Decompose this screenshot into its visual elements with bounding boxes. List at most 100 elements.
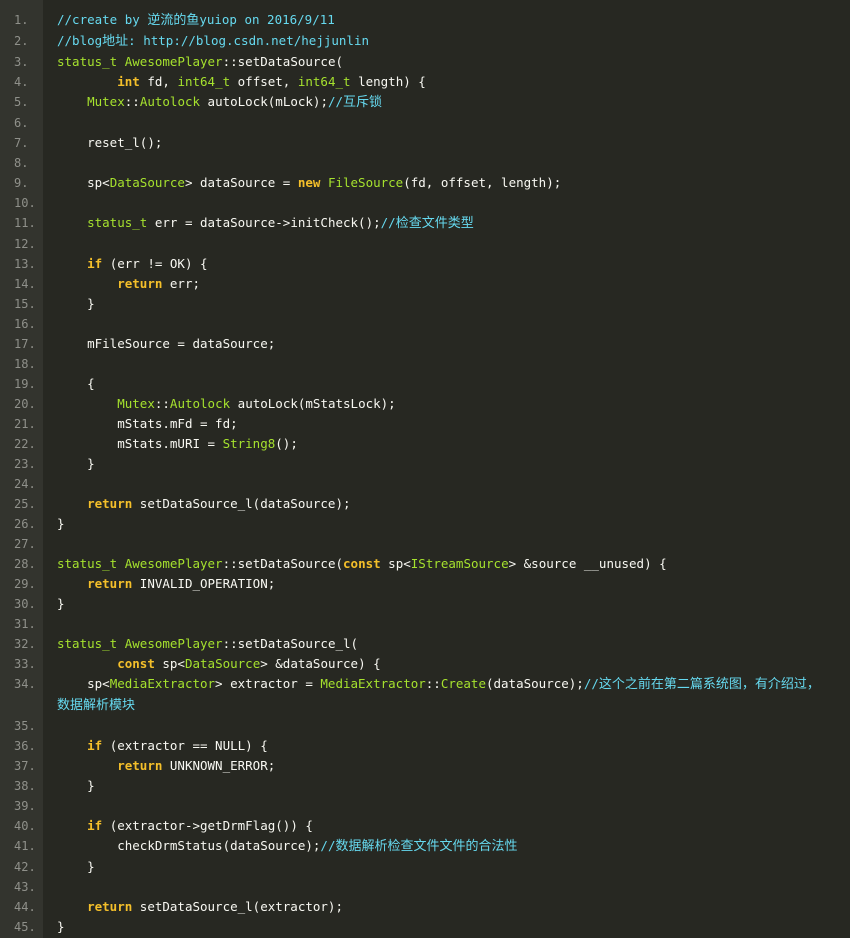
code-keyword: if <box>87 256 103 271</box>
line-number: 31. <box>14 617 36 631</box>
code-text: err = dataSource->initCheck(); <box>147 215 381 230</box>
code-keyword: new <box>297 175 321 190</box>
line-code: const sp<DataSource> &dataSource) { <box>43 654 850 674</box>
line-code: if (err != OK) { <box>43 254 850 274</box>
code-text: (err != OK) { <box>102 256 208 271</box>
code-line: 33. const sp<DataSource> &dataSource) { <box>0 654 850 674</box>
code-text: } <box>57 919 65 934</box>
line-number: 38. <box>14 779 36 793</box>
code-comment: yuiop on 2016/9/11 <box>199 12 335 27</box>
line-number: 42. <box>14 860 36 874</box>
code-line: 11. status_t err = dataSource->initCheck… <box>0 213 850 234</box>
code-comment: 逆流的鱼 <box>147 13 200 28</box>
code-type: Autolock <box>169 396 231 411</box>
code-type: status_t <box>57 54 118 69</box>
code-type: Create <box>440 676 486 691</box>
line-number: 39. <box>14 799 36 813</box>
code-keyword: int <box>117 74 140 89</box>
code-text: :: <box>425 676 441 691</box>
line-number: 3. <box>14 55 29 69</box>
code-keyword: if <box>87 818 103 833</box>
line-code: } <box>43 454 850 474</box>
line-number: 21. <box>14 417 36 431</box>
line-code: Mutex::Autolock autoLock(mLock);//互斥锁 <box>43 92 850 113</box>
code-type: int64_t <box>297 74 351 89</box>
line-code: mFileSource = dataSource; <box>43 334 850 354</box>
code-type: AwesomePlayer <box>124 636 223 651</box>
code-text: :: <box>124 94 140 109</box>
code-keyword: if <box>87 738 103 753</box>
code-comment: // <box>320 838 336 853</box>
code-type: Mutex <box>117 396 155 411</box>
line-number: 44. <box>14 900 36 914</box>
code-line: 2. //blog地址: http://blog.csdn.net/hejjunl… <box>0 31 850 52</box>
code-type: status_t <box>57 556 118 571</box>
line-code: } <box>43 594 850 614</box>
line-code: { <box>43 374 850 394</box>
code-comment: : http://blog.csdn.net/hejjunlin <box>128 33 369 48</box>
code-line: 44. return setDataSource_l(extractor); <box>0 897 850 917</box>
code-text: setDataSource_l(dataSource); <box>132 496 351 511</box>
line-number: 35. <box>14 719 36 733</box>
code-type: MediaExtractor <box>109 676 216 691</box>
code-text: } <box>57 516 65 531</box>
line-number: 26. <box>14 517 36 531</box>
code-text: sp< <box>57 676 110 691</box>
code-type: DataSource <box>109 175 185 190</box>
code-line: 10. <box>0 193 850 213</box>
line-number: 45. <box>14 920 36 934</box>
code-keyword: const <box>343 556 381 571</box>
code-comment: //create by <box>57 12 148 27</box>
code-keyword: return <box>87 899 133 914</box>
code-line: 4. int fd, int64_t offset, int64_t lengt… <box>0 72 850 92</box>
code-line: 34. sp<MediaExtractor> extractor = Media… <box>0 674 850 716</box>
code-comment: 数据解析检查文件文件的合法性 <box>335 839 518 854</box>
code-line: 37. return UNKNOWN_ERROR; <box>0 756 850 776</box>
code-text: ::setDataSource_l( <box>222 636 359 651</box>
line-code: } <box>43 294 850 314</box>
code-text: ::setDataSource( <box>222 556 344 571</box>
line-number: 30. <box>14 597 36 611</box>
code-line: 5. Mutex::Autolock autoLock(mLock);//互斥锁 <box>0 92 850 113</box>
code-line: 29. return INVALID_OPERATION; <box>0 574 850 594</box>
code-line: 36. if (extractor == NULL) { <box>0 736 850 756</box>
line-number: 12. <box>14 237 36 251</box>
line-number: 17. <box>14 337 36 351</box>
code-line: 8. <box>0 153 850 173</box>
line-code: Mutex::Autolock autoLock(mStatsLock); <box>43 394 850 414</box>
code-line: 16. <box>0 314 850 334</box>
line-number: 4. <box>14 75 29 89</box>
line-number: 14. <box>14 277 36 291</box>
line-code: status_t err = dataSource->initCheck();/… <box>43 213 850 234</box>
code-text: :: <box>154 396 170 411</box>
code-text: autoLock(mLock); <box>200 94 328 109</box>
code-text: mStats.mFd = fd; <box>57 416 238 431</box>
code-keyword: return <box>117 758 163 773</box>
line-number: 1. <box>14 13 29 27</box>
code-text: offset, <box>230 74 298 89</box>
code-line: 17. mFileSource = dataSource; <box>0 334 850 354</box>
code-line: 7. reset_l(); <box>0 133 850 153</box>
code-type: IStreamSource <box>410 556 509 571</box>
code-text: { <box>57 376 95 391</box>
code-text: (extractor == NULL) { <box>102 738 268 753</box>
code-line: 45.} <box>0 917 850 937</box>
line-code: return err; <box>43 274 850 294</box>
line-code: } <box>43 857 850 877</box>
line-number: 41. <box>14 839 36 853</box>
line-number: 15. <box>14 297 36 311</box>
code-comment: 互斥锁 <box>343 95 383 110</box>
line-code: //blog地址: http://blog.csdn.net/hejjunlin <box>43 31 850 52</box>
line-code: status_t AwesomePlayer::setDataSource(co… <box>43 554 850 574</box>
line-code: } <box>43 776 850 796</box>
line-number: 23. <box>14 457 36 471</box>
